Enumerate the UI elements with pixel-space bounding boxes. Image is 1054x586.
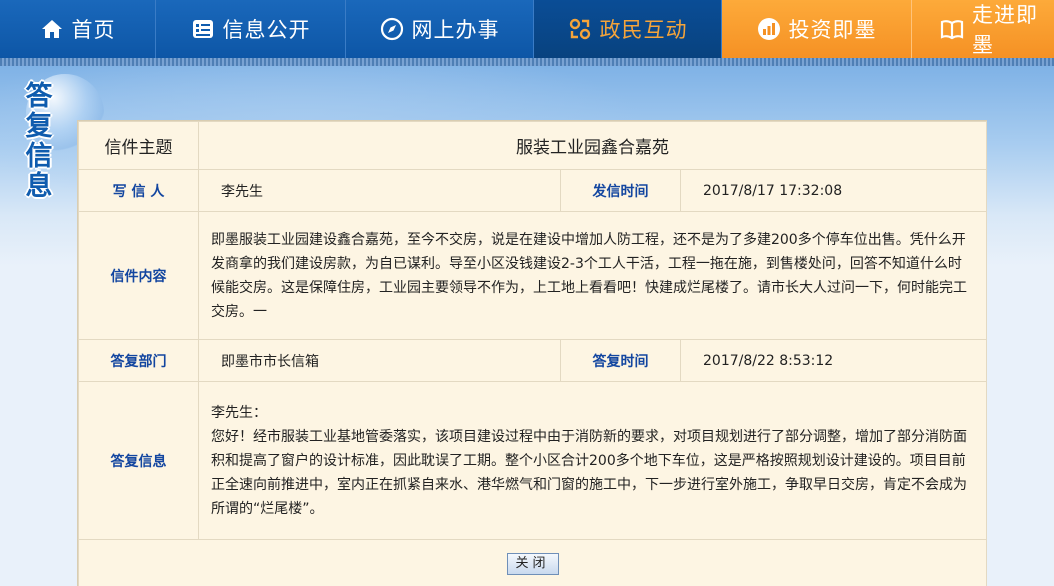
send-time-value: 2017/8/17 17:32:08 [679,169,988,212]
writer-row: 写 信 人 李先生 发信时间 2017/8/17 17:32:08 [78,169,988,212]
nav-divider-stripe [0,58,1054,66]
side-title-char: 答 [25,81,53,112]
subject-value: 服装工业园鑫合嘉苑 [197,121,988,170]
nav-home-label: 首页 [71,18,116,42]
content-label: 信件内容 [78,211,199,340]
side-title-char: 复 [25,111,53,142]
reply-body: 您好！经市服装工业基地管委落实，该项目建设过程中由于消防新的要求，对项目规划进行… [211,428,967,517]
nav-about-label: 走进即墨 [972,3,1038,57]
nav-about[interactable]: 走进即墨 [912,0,1054,58]
content-value: 即墨服装工业园建设鑫合嘉苑，至今不交房，说是在建设中增加人防工程，还不是为了多建… [197,211,988,340]
reply-time-value: 2017/8/22 8:53:12 [679,339,988,382]
footer-row: 关闭 [77,539,988,586]
nav-info-public-label: 信息公开 [222,18,311,42]
send-time-label: 发信时间 [560,169,681,212]
close-button[interactable]: 关闭 [506,553,559,575]
reply-content: 李先生： 您好！经市服装工业基地管委落实，该项目建设过程中由于消防新的要求，对项… [197,381,988,540]
reply-label: 答复信息 [78,381,199,540]
dept-label: 答复部门 [78,339,199,382]
nav-invest[interactable]: 投资即墨 [722,0,912,58]
letter-detail-panel: 信件主题 服装工业园鑫合嘉苑 写 信 人 李先生 发信时间 2017/8/17 … [77,120,988,586]
nav-online-service-label: 网上办事 [411,18,500,42]
nav-interaction[interactable]: 政民互动 [534,0,722,58]
book-icon [940,17,964,41]
compass-icon [380,17,404,41]
reply-greeting: 李先生： [211,404,267,421]
letter-table: 信件主题 服装工业园鑫合嘉苑 写 信 人 李先生 发信时间 2017/8/17 … [77,121,988,586]
nav-info-public[interactable]: 信息公开 [156,0,346,58]
dept-value: 即墨市市长信箱 [198,339,561,382]
nav-invest-label: 投资即墨 [788,18,877,42]
subject-label: 信件主题 [78,121,199,170]
content-row: 信件内容 即墨服装工业园建设鑫合嘉苑，至今不交房，说是在建设中增加人防工程，还不… [78,211,988,340]
side-title-char: 信 [25,141,53,172]
nav-home[interactable]: 首页 [0,0,156,58]
side-title: 答 复 信 息 [18,82,60,202]
subject-row: 信件主题 服装工业园鑫合嘉苑 [78,121,988,170]
writer-value: 李先生 [198,169,561,212]
dept-row: 答复部门 即墨市市长信箱 答复时间 2017/8/22 8:53:12 [78,339,988,382]
nav-online-service[interactable]: 网上办事 [346,0,534,58]
interaction-icon [568,17,592,41]
writer-label: 写 信 人 [78,169,199,212]
reply-time-label: 答复时间 [560,339,681,382]
top-nav: 首页 信息公开 网上办事 政民互动 投资即墨 走进即墨 [0,0,1054,58]
chart-icon [757,17,781,41]
side-title-char: 息 [25,171,53,202]
info-icon [191,17,215,41]
reply-row: 答复信息 李先生： 您好！经市服装工业基地管委落实，该项目建设过程中由于消防新的… [78,381,988,540]
nav-interaction-label: 政民互动 [599,18,688,42]
home-icon [40,17,64,41]
footer-cell: 关闭 [77,539,988,586]
